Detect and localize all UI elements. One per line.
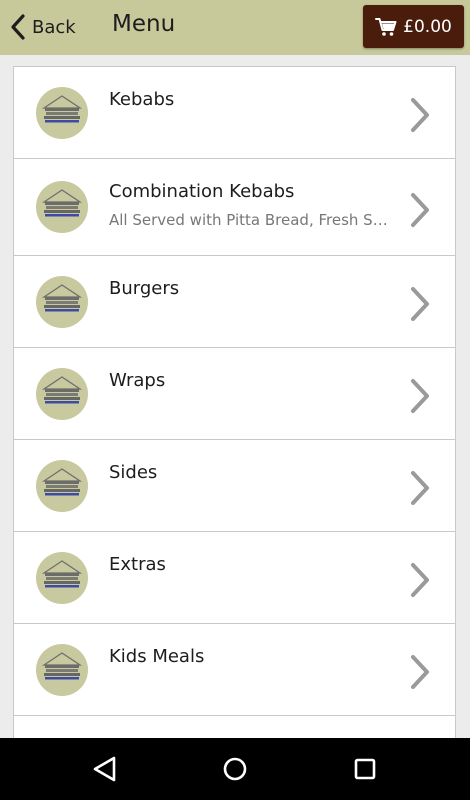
restaurant-logo xyxy=(36,368,88,420)
restaurant-logo xyxy=(36,460,88,512)
chevron-left-icon xyxy=(10,14,26,40)
square-recents-icon[interactable] xyxy=(352,755,378,783)
menu-item-partial[interactable] xyxy=(13,715,456,738)
restaurant-logo xyxy=(36,87,88,139)
chevron-right-icon xyxy=(408,97,432,137)
chevron-right-icon xyxy=(408,192,432,232)
menu-item-title: Kebabs xyxy=(109,89,175,110)
restaurant-logo xyxy=(36,276,88,328)
menu-item-title: Combination Kebabs xyxy=(109,181,295,202)
menu-item-wraps[interactable]: Wraps xyxy=(13,347,456,439)
menu-item-combination-kebabs[interactable]: Combination Kebabs All Served with Pitta… xyxy=(13,158,456,255)
menu-item-burgers[interactable]: Burgers xyxy=(13,255,456,347)
shopping-cart-icon xyxy=(375,17,397,37)
menu-item-subtitle: All Served with Pitta Bread, Fresh Salad… xyxy=(109,211,394,229)
menu-item-title: Extras xyxy=(109,554,166,575)
restaurant-logo xyxy=(36,644,88,696)
menu-item-title: Wraps xyxy=(109,370,166,391)
android-navigation-bar xyxy=(0,738,470,800)
cart-button[interactable]: £0.00 xyxy=(363,5,464,48)
menu-item-extras[interactable]: Extras xyxy=(13,531,456,623)
cart-total: £0.00 xyxy=(403,16,452,37)
chevron-right-icon xyxy=(408,654,432,694)
app-header: Back Menu £0.00 xyxy=(0,0,470,55)
chevron-right-icon xyxy=(408,470,432,510)
menu-item-kebabs[interactable]: Kebabs xyxy=(13,66,456,158)
menu-item-title: Sides xyxy=(109,462,158,483)
back-label: Back xyxy=(32,16,76,38)
chevron-right-icon xyxy=(408,562,432,602)
menu-category-list[interactable]: Kebabs Combination Kebabs All Served wit… xyxy=(13,66,456,738)
page-title: Menu xyxy=(112,11,176,37)
chevron-right-icon xyxy=(408,378,432,418)
triangle-back-icon[interactable] xyxy=(92,755,118,783)
restaurant-logo xyxy=(36,552,88,604)
menu-item-sides[interactable]: Sides xyxy=(13,439,456,531)
chevron-right-icon xyxy=(408,286,432,326)
back-button[interactable]: Back xyxy=(10,10,76,44)
restaurant-logo xyxy=(36,181,88,233)
menu-item-title: Burgers xyxy=(109,278,180,299)
menu-item-title: Kids Meals xyxy=(109,646,205,667)
menu-item-kids-meals[interactable]: Kids Meals xyxy=(13,623,456,715)
circle-home-icon[interactable] xyxy=(222,755,248,783)
